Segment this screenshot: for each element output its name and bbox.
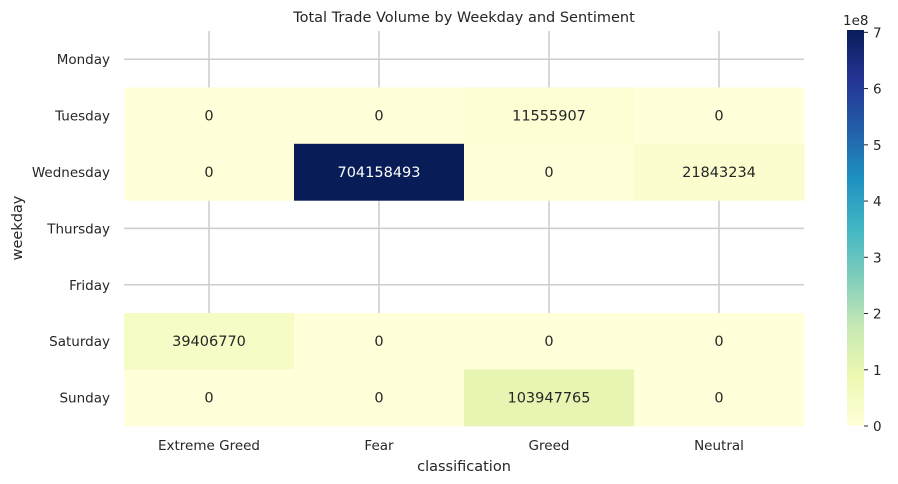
cell-value-label: 0 [714, 391, 723, 407]
x-tick-labels: Extreme Greed Fear Greed Neutral [158, 438, 744, 454]
colorbar: 1e8 0 1 2 3 4 5 6 7 [843, 13, 882, 435]
y-tick-label: Saturday [49, 334, 110, 350]
x-tick-label: Neutral [694, 438, 744, 454]
y-tick-label: Tuesday [54, 109, 110, 125]
cell-value-label: 0 [714, 109, 723, 125]
cell-value-label: 0 [374, 334, 383, 350]
y-tick-label: Monday [57, 52, 110, 68]
cell-value-label: 0 [204, 109, 213, 125]
y-tick-label: Friday [69, 278, 110, 294]
x-tick-label: Greed [529, 438, 570, 454]
cell-value-label: 0 [204, 165, 213, 181]
colorbar-tick-label: 4 [873, 194, 882, 210]
colorbar-tick-label: 5 [873, 138, 882, 154]
cell-value-label: 0 [204, 391, 213, 407]
cell-value-label: 0 [544, 334, 553, 350]
heatmap-chart: 0 0 11555907 00 704158493 0 2184323439406770 0 0… [10, 10, 882, 475]
cell-value-label: 704158493 [337, 165, 420, 181]
x-tick-label: Fear [364, 438, 394, 454]
colorbar-gradient [847, 30, 864, 426]
colorbar-tick-labels: 0 1 2 3 4 5 6 7 [864, 25, 882, 435]
colorbar-scale-label: 1e8 [843, 13, 868, 29]
y-tick-label: Sunday [59, 391, 110, 407]
cell-value-label: 21843234 [682, 165, 756, 181]
cell-value-label: 0 [374, 109, 383, 125]
colorbar-tick-label: 2 [873, 307, 882, 323]
cell-value-label: 11555907 [512, 109, 586, 125]
cell-value-label: 103947765 [507, 391, 590, 407]
y-tick-label: Thursday [46, 221, 110, 237]
y-tick-label: Wednesday [32, 165, 110, 181]
heatmap-cells [124, 87, 805, 427]
chart-title: Total Trade Volume by Weekday and Sentim… [292, 10, 635, 26]
cell-value-label: 39406770 [172, 334, 246, 350]
cell-value-label: 0 [374, 391, 383, 407]
cell-value-label: 0 [544, 165, 553, 181]
colorbar-tick-label: 0 [873, 419, 882, 435]
x-axis-label: classification [417, 459, 511, 475]
y-axis-label: weekday [10, 195, 26, 260]
colorbar-tick-label: 7 [873, 25, 882, 41]
y-tick-labels: Monday Tuesday Wednesday Thursday Friday Satu… [32, 52, 110, 406]
colorbar-tick-label: 6 [873, 82, 882, 98]
colorbar-tick-label: 1 [873, 363, 882, 379]
colorbar-tick-label: 3 [873, 250, 882, 266]
x-tick-label: Extreme Greed [158, 438, 260, 454]
cell-value-label: 0 [714, 334, 723, 350]
